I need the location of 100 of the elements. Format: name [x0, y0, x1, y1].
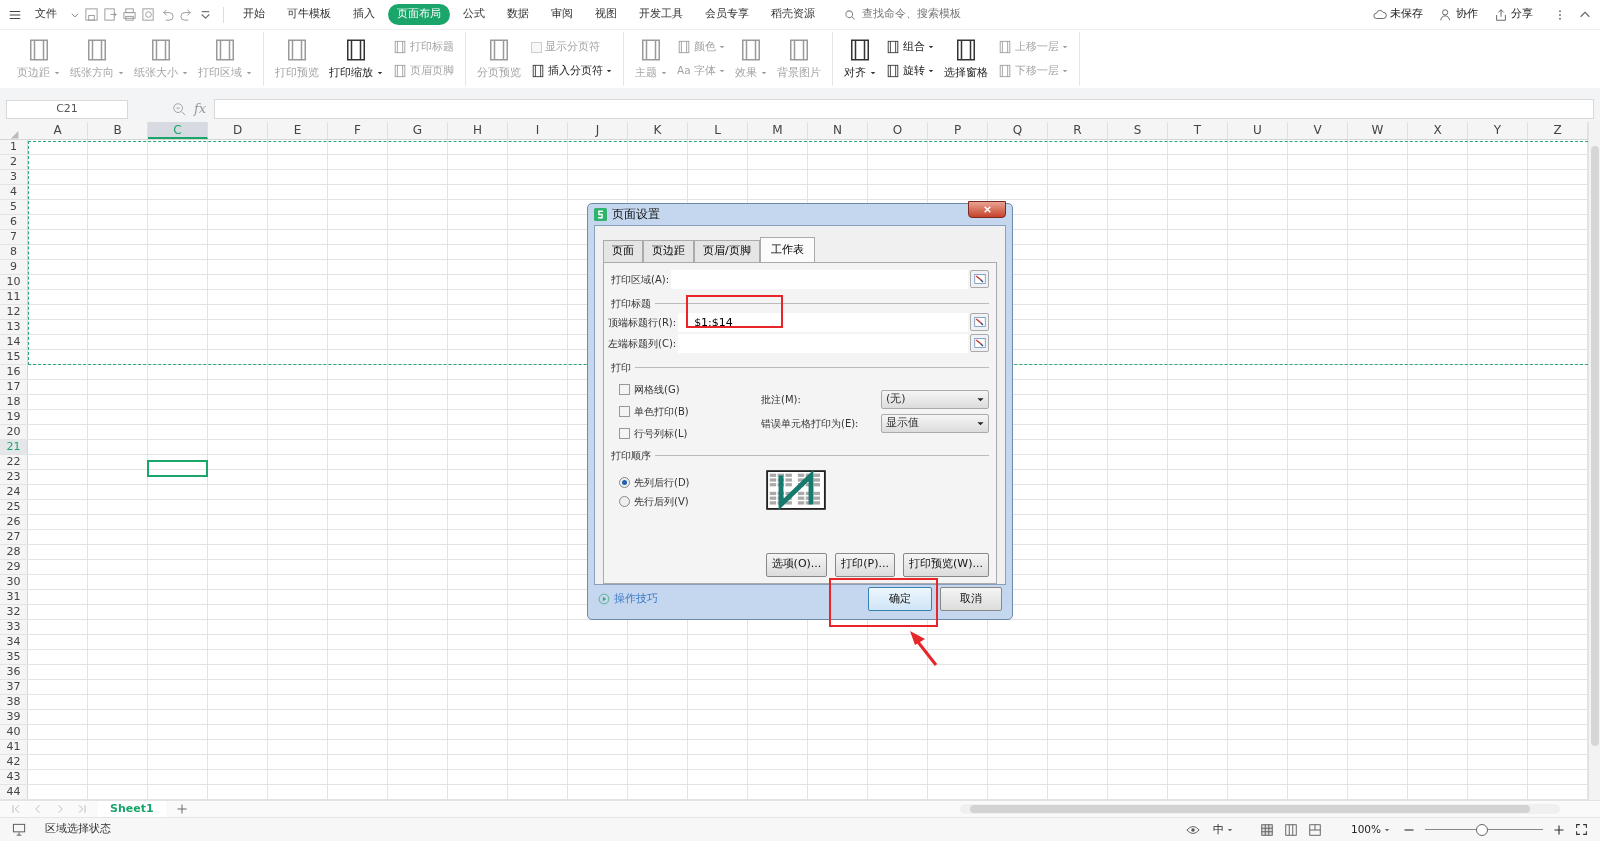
column-header[interactable]: M — [748, 122, 808, 139]
row-header[interactable]: 23 — [0, 470, 28, 484]
column-header[interactable]: I — [508, 122, 568, 139]
column-header[interactable]: L — [688, 122, 748, 139]
preview-icon[interactable] — [141, 7, 156, 22]
column-header[interactable]: X — [1408, 122, 1468, 139]
row-header[interactable]: 17 — [0, 380, 28, 394]
column-header[interactable]: N — [808, 122, 868, 139]
slider-thumb[interactable] — [1475, 823, 1488, 836]
radio-button[interactable]: 先列后行(D) — [619, 475, 766, 490]
row-header[interactable]: 38 — [0, 695, 28, 709]
page-break-view-icon[interactable] — [1307, 822, 1322, 837]
page-view-icon[interactable] — [1283, 822, 1298, 837]
column-header[interactable]: S — [1108, 122, 1168, 139]
row-header[interactable]: 43 — [0, 770, 28, 784]
row-header[interactable]: 25 — [0, 500, 28, 514]
export-icon[interactable] — [103, 7, 118, 22]
row-header[interactable]: 12 — [0, 305, 28, 319]
dialog-tab[interactable]: 页眉/页脚 — [694, 240, 760, 262]
column-header[interactable]: V — [1288, 122, 1348, 139]
checkbox[interactable]: 网格线(G) — [619, 381, 761, 398]
column-header[interactable]: J — [568, 122, 628, 139]
dropdown-field[interactable]: (无) — [881, 389, 989, 409]
menu-tab[interactable]: 开发工具 — [630, 4, 692, 25]
toolbar-button[interactable]: 分享 — [1491, 5, 1536, 24]
file-menu[interactable]: 文件 — [26, 4, 66, 25]
row-header[interactable]: 39 — [0, 710, 28, 724]
menu-tab[interactable]: 公式 — [454, 4, 494, 25]
row-header[interactable]: 6 — [0, 215, 28, 229]
menu-tab[interactable]: 数据 — [498, 4, 538, 25]
range-picker-button[interactable] — [970, 313, 989, 331]
monitor-icon[interactable] — [12, 822, 27, 837]
row-header[interactable]: 42 — [0, 755, 28, 769]
row-header[interactable]: 32 — [0, 605, 28, 619]
row-header[interactable]: 14 — [0, 335, 28, 349]
zoom-icon[interactable] — [172, 102, 186, 116]
menu-tab[interactable]: 插入 — [344, 4, 384, 25]
row-header[interactable]: 26 — [0, 515, 28, 529]
row-header[interactable]: 5 — [0, 200, 28, 214]
row-header[interactable]: 37 — [0, 680, 28, 694]
name-box[interactable]: C21 — [6, 99, 128, 119]
dialog-tab[interactable]: 工作表 — [759, 237, 815, 263]
menu-tab[interactable]: 可牛模板 — [278, 4, 340, 25]
dialog-button[interactable]: 打印(P)... — [835, 552, 896, 577]
row-header[interactable]: 16 — [0, 365, 28, 379]
dropdown-field[interactable]: 显示值 — [881, 413, 989, 433]
column-header[interactable]: H — [448, 122, 508, 139]
dialog-tab[interactable]: 页面 — [603, 240, 643, 262]
menu-tab[interactable]: 审阅 — [542, 4, 582, 25]
dialog-button[interactable]: 打印预览(W)... — [903, 552, 989, 577]
row-header[interactable]: 9 — [0, 260, 28, 274]
row-header[interactable]: 33 — [0, 620, 28, 634]
row-header[interactable]: 10 — [0, 275, 28, 289]
scroll-thumb[interactable] — [970, 805, 1530, 813]
row-header[interactable]: 18 — [0, 395, 28, 409]
column-header[interactable]: W — [1348, 122, 1408, 139]
row-header[interactable]: 36 — [0, 665, 28, 679]
column-header[interactable]: G — [388, 122, 448, 139]
row-header[interactable]: 34 — [0, 635, 28, 649]
zoom-slider[interactable] — [1425, 823, 1543, 836]
row-header[interactable]: 27 — [0, 530, 28, 544]
row-header[interactable]: 2 — [0, 155, 28, 169]
column-header[interactable]: E — [268, 122, 328, 139]
ok-button[interactable]: 确定 — [868, 586, 932, 611]
input-method-button[interactable]: 中 — [1209, 820, 1236, 839]
menu-tab[interactable]: 稻壳资源 — [762, 4, 824, 25]
row-header[interactable]: 24 — [0, 485, 28, 499]
close-button[interactable] — [968, 201, 1006, 218]
row-header[interactable]: 15 — [0, 350, 28, 364]
checkbox[interactable]: 单色打印(B) — [619, 403, 761, 420]
vertical-scrollbar[interactable] — [1588, 122, 1600, 800]
add-sheet-icon[interactable] — [175, 803, 188, 815]
ribbon-button[interactable]: 对齐 — [841, 32, 879, 86]
column-header[interactable]: P — [928, 122, 988, 139]
toolbar-button[interactable]: 协作 — [1436, 5, 1481, 24]
row-header[interactable]: 8 — [0, 245, 28, 259]
row-header[interactable]: 31 — [0, 590, 28, 604]
active-cell[interactable] — [147, 460, 208, 477]
ribbon-button[interactable]: 组合 — [883, 38, 937, 56]
input-field[interactable]: $1:$14 — [678, 312, 968, 332]
ribbon-button[interactable]: 旋转 — [883, 62, 937, 80]
row-header[interactable]: 7 — [0, 230, 28, 244]
scroll-thumb[interactable] — [1591, 146, 1599, 746]
column-header[interactable]: K — [628, 122, 688, 139]
column-header[interactable]: Q — [988, 122, 1048, 139]
fullscreen-icon[interactable] — [1575, 823, 1588, 836]
dialog-tab[interactable]: 页边距 — [643, 240, 694, 262]
column-header[interactable]: F — [328, 122, 388, 139]
row-header[interactable]: 41 — [0, 740, 28, 754]
formula-field[interactable] — [214, 99, 1594, 119]
column-header[interactable]: O — [868, 122, 928, 139]
row-header[interactable]: 22 — [0, 455, 28, 469]
menu-tab[interactable]: 会员专享 — [696, 4, 758, 25]
menu-tab[interactable]: 开始 — [234, 4, 274, 25]
normal-view-icon[interactable] — [1259, 822, 1274, 837]
menu-tab[interactable]: 视图 — [586, 4, 626, 25]
row-header[interactable]: 13 — [0, 320, 28, 334]
zoom-in-icon[interactable] — [1553, 823, 1565, 836]
column-header[interactable]: D — [208, 122, 268, 139]
print-icon[interactable] — [122, 7, 137, 22]
